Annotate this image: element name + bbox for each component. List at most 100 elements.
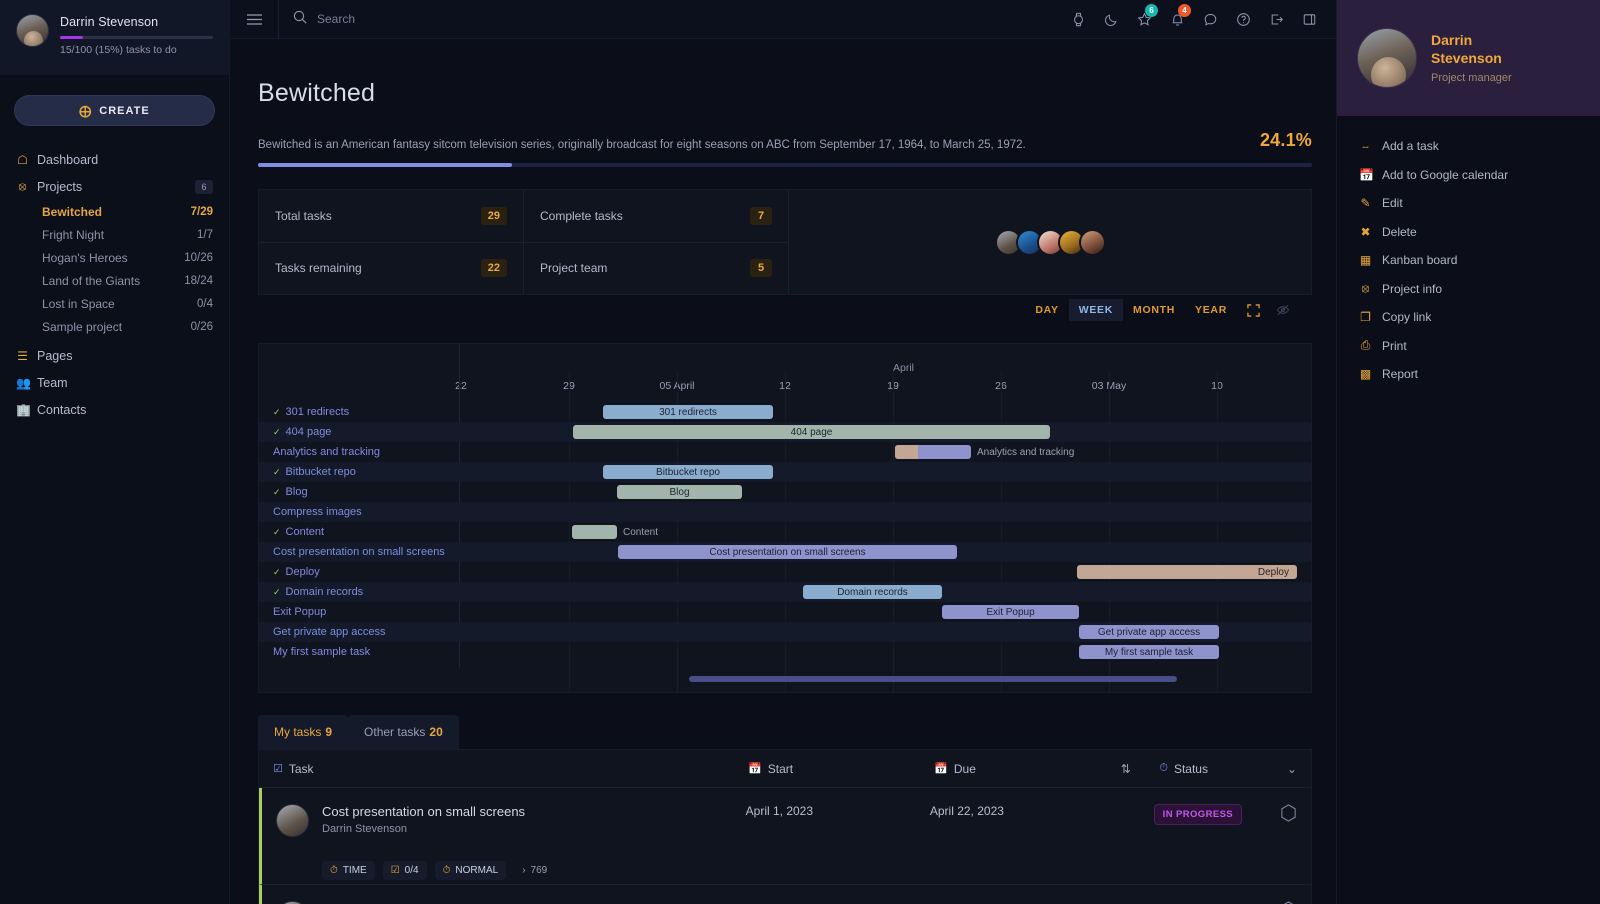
tag-checklist[interactable]: ☑0/4 [383, 861, 427, 880]
main-scroll-area[interactable]: Bewitched Bewitched is an American fanta… [230, 39, 1336, 904]
gantt-row-label-wrap[interactable]: ✓Domain records [273, 582, 363, 602]
gantt-bar[interactable]: Domain records [803, 585, 942, 599]
gantt-row[interactable]: ✓Domain records Domain records [259, 582, 1311, 602]
gantt-row-label-wrap[interactable]: Compress images [273, 502, 362, 522]
gantt-view-day[interactable]: DAY [1025, 299, 1068, 321]
column-start[interactable]: 📅 Start [734, 762, 920, 776]
sidebar-item-team[interactable]: 👥 Team [0, 369, 229, 396]
gantt-view-month[interactable]: MONTH [1123, 299, 1185, 321]
menu-delete[interactable]: ✖ Delete [1337, 218, 1600, 247]
gantt-bar[interactable]: Blog [617, 485, 742, 499]
gantt-row[interactable]: ✓Deploy Deploy [259, 562, 1311, 582]
column-status[interactable]: ⏱ Status [1145, 762, 1273, 776]
tag-time[interactable]: ⏱TIME [322, 861, 375, 880]
sidebar-project-lost-in-space[interactable]: Lost in Space 0/4 [0, 292, 229, 315]
gantt-bar[interactable]: Get private app access [1079, 625, 1219, 639]
menu-add-to-google-calendar[interactable]: 📅 Add to Google calendar [1337, 161, 1600, 190]
gantt-bar[interactable]: 404 page [573, 425, 1050, 439]
gantt-row[interactable]: Compress images [259, 502, 1311, 522]
sidebar-item-pages[interactable]: ☰ Pages [0, 342, 229, 369]
gantt-row[interactable]: ✓Content Content [259, 522, 1311, 542]
sidebar-item-contacts[interactable]: 🏢 Contacts [0, 396, 229, 423]
gantt-row[interactable]: ✓301 redirects 301 redirects [259, 402, 1311, 422]
gantt-horizontal-scrollbar[interactable] [689, 676, 1177, 682]
bell-icon[interactable]: 4 [1161, 0, 1194, 39]
task-name[interactable]: Cost presentation on small screens [322, 804, 718, 819]
panel-toggle-icon[interactable] [1293, 0, 1326, 39]
gantt-row-label-wrap[interactable]: ✓Deploy [273, 562, 320, 582]
menu-kanban-board[interactable]: ▦ Kanban board [1337, 246, 1600, 275]
eye-off-icon[interactable] [1270, 298, 1300, 322]
gantt-row[interactable]: ✓Bitbucket repo Bitbucket repo [259, 462, 1311, 482]
tag-priority[interactable]: ⏱NORMAL [435, 861, 507, 880]
menu-copy-link[interactable]: ❐ Copy link [1337, 303, 1600, 332]
column-options[interactable]: ⌄ [1273, 762, 1311, 776]
sidebar-user-card[interactable]: Darrin Stevenson 15/100 (15%) tasks to d… [0, 0, 229, 75]
gantt-bar[interactable]: 301 redirects [603, 405, 773, 419]
gantt-row-label-wrap[interactable]: ✓Blog [273, 482, 308, 502]
tab-my-tasks[interactable]: My tasks9 [258, 715, 348, 749]
sidebar-item-dashboard[interactable]: ☖ Dashboard [0, 146, 229, 173]
gantt-row-label-wrap[interactable]: Exit Popup [273, 602, 326, 622]
gantt-row[interactable]: My first sample task My first sample tas… [259, 642, 1311, 662]
column-due[interactable]: 📅 Due [920, 762, 1106, 776]
gantt-body[interactable]: April 22 29 05 April 12 19 26 03 May 10 [259, 344, 1311, 692]
search-input[interactable] [317, 12, 637, 26]
gantt-bar[interactable]: Exit Popup [942, 605, 1079, 619]
moon-icon[interactable] [1095, 0, 1128, 39]
star-icon[interactable]: 6 [1128, 0, 1161, 39]
column-task[interactable]: ☑ Task [259, 762, 734, 776]
table-row[interactable]: Cost presentation on small screens Darri… [259, 788, 1311, 884]
gantt-view-week[interactable]: WEEK [1069, 299, 1123, 321]
gantt-row[interactable]: Exit Popup Exit Popup [259, 602, 1311, 622]
table-row[interactable] [259, 884, 1311, 904]
menu-print[interactable]: ⎙ Print [1337, 332, 1600, 361]
gantt-row[interactable]: Analytics and tracking Analytics and tra… [259, 442, 1311, 462]
menu-add-a-task[interactable]: ⧿ Add a task [1337, 132, 1600, 161]
gantt-row-label-wrap[interactable]: Cost presentation on small screens [273, 542, 445, 562]
create-button[interactable]: ⨁ CREATE [14, 95, 215, 126]
watch-icon[interactable] [1062, 0, 1095, 39]
gantt-row-label-wrap[interactable]: ✓Content [273, 522, 324, 542]
sidebar-item-projects[interactable]: ⦻ Projects 6 [0, 173, 229, 200]
hamburger-icon[interactable] [230, 14, 278, 25]
help-icon[interactable] [1227, 0, 1260, 39]
gantt-row-label-wrap[interactable]: Analytics and tracking [273, 442, 380, 462]
gantt-row-label-wrap[interactable]: ✓301 redirects [273, 402, 349, 422]
create-button-label: CREATE [99, 105, 149, 117]
gantt-row[interactable]: Cost presentation on small screens Cost … [259, 542, 1311, 562]
gantt-bar[interactable]: Cost presentation on small screens [618, 545, 957, 559]
gantt-bar[interactable] [895, 445, 971, 459]
menu-project-info[interactable]: ⦻ Project info [1337, 275, 1600, 304]
gantt-row[interactable]: Get private app access Get private app a… [259, 622, 1311, 642]
gantt-row[interactable]: ✓Blog Blog [259, 482, 1311, 502]
gantt-row-label-wrap[interactable]: ✓Bitbucket repo [273, 462, 356, 482]
gantt-row[interactable]: ✓404 page 404 page [259, 422, 1311, 442]
logout-icon[interactable] [1260, 0, 1293, 39]
tab-other-tasks[interactable]: Other tasks20 [348, 715, 459, 749]
right-panel-user-card[interactable]: Darrin Stevenson Project manager [1337, 0, 1600, 116]
sidebar-project-bewitched[interactable]: Bewitched 7/29 [0, 200, 229, 223]
task-complete-hex-icon[interactable] [1280, 804, 1297, 884]
chat-icon[interactable] [1194, 0, 1227, 39]
gantt-bar[interactable] [572, 525, 617, 539]
menu-edit[interactable]: ✎ Edit [1337, 189, 1600, 218]
search-bar[interactable] [278, 0, 1062, 39]
sidebar-project-sample-project[interactable]: Sample project 0/26 [0, 315, 229, 338]
column-sort-toggle[interactable]: ⇅ [1106, 762, 1145, 776]
sidebar-project-fright-night[interactable]: Fright Night 1/7 [0, 223, 229, 246]
tag-id[interactable]: ›769 [514, 861, 555, 880]
gantt-view-year[interactable]: YEAR [1185, 299, 1237, 321]
sidebar-project-hogans-heroes[interactable]: Hogan's Heroes 10/26 [0, 246, 229, 269]
gantt-bar[interactable]: My first sample task [1079, 645, 1219, 659]
gantt-bar[interactable]: Deploy [1077, 565, 1297, 579]
sidebar-project-land-of-the-giants[interactable]: Land of the Giants 18/24 [0, 269, 229, 292]
gantt-row-label-wrap[interactable]: Get private app access [273, 622, 386, 642]
gantt-row-label-wrap[interactable]: My first sample task [273, 642, 370, 662]
gantt-row-label-wrap[interactable]: ✓404 page [273, 422, 331, 442]
team-avatars[interactable] [789, 190, 1311, 294]
fullscreen-icon[interactable] [1237, 299, 1270, 322]
status-badge[interactable]: IN PROGRESS [1154, 804, 1242, 825]
menu-report[interactable]: ▩ Report [1337, 360, 1600, 389]
gantt-bar[interactable]: Bitbucket repo [603, 465, 773, 479]
